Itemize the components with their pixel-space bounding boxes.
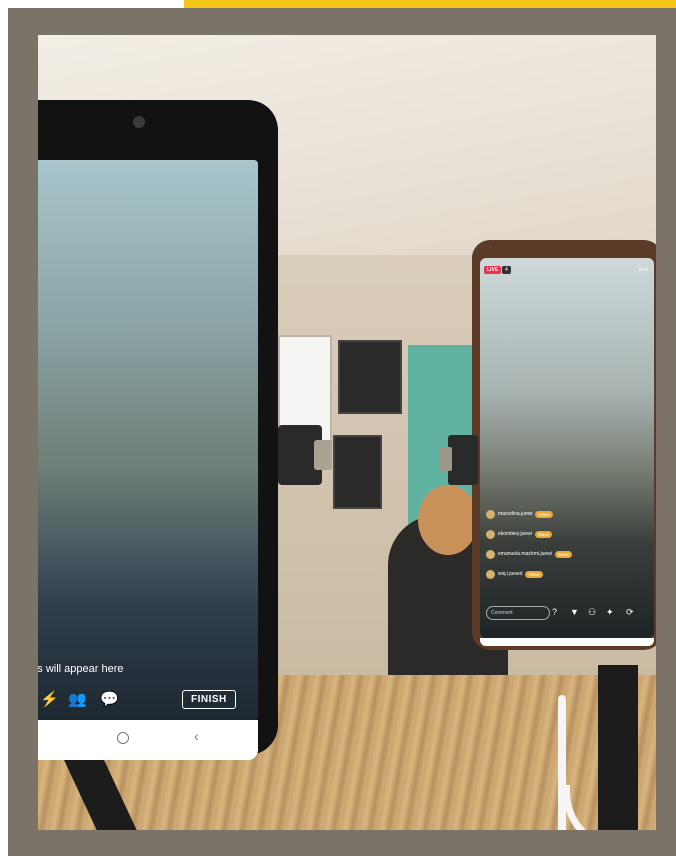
question-icon[interactable]: ? xyxy=(552,607,557,617)
comment-item: wiq.i.juwed Wave xyxy=(486,568,543,580)
wall-board xyxy=(338,340,402,414)
classroom-photo: ents will appear here ⚡ 👥 💬 FINISH ‹ LIV… xyxy=(38,35,656,830)
live-badge: LIVE xyxy=(484,266,502,274)
comment-username: emanuela.mashrni.juewi xyxy=(498,551,552,557)
phone-right-screen: LIVE 4 End marcelina.juewi Wave ekombiey… xyxy=(480,258,654,638)
avatar xyxy=(486,529,495,539)
wave-button[interactable]: Wave xyxy=(525,570,543,578)
avatar xyxy=(486,549,495,559)
tripod-leg xyxy=(598,665,638,830)
guest-icon[interactable]: 👥 xyxy=(68,690,87,708)
avatar xyxy=(486,509,495,519)
front-camera xyxy=(133,116,145,128)
wall-board xyxy=(333,435,382,509)
end-link[interactable]: End xyxy=(639,267,648,273)
comment-item: emanuela.mashrni.juewi Wave xyxy=(486,548,573,560)
filter-icon[interactable]: ▼ xyxy=(570,607,579,617)
wave-button[interactable]: Wave xyxy=(534,530,553,538)
wave-button[interactable]: Wave xyxy=(535,510,553,518)
comments-hint: ents will appear here xyxy=(38,663,124,675)
finish-button[interactable]: FINISH xyxy=(182,690,236,709)
navigation-bar xyxy=(480,638,654,646)
person-head xyxy=(418,485,478,555)
phone-clamp xyxy=(448,435,478,485)
guest-icon[interactable]: ⚇ xyxy=(588,607,596,618)
phone-right: LIVE 4 End marcelina.juewi Wave ekombiey… xyxy=(472,240,656,650)
comment-icon[interactable]: 💬 xyxy=(100,690,119,708)
comment-input[interactable]: Comment xyxy=(486,606,550,620)
navigation-bar: ‹ xyxy=(38,720,258,760)
comment-username: ekombiey.juewi xyxy=(498,531,532,537)
phone-left: ents will appear here ⚡ 👥 💬 FINISH ‹ xyxy=(38,100,278,760)
comment-item: marcelina.juewi Wave xyxy=(486,508,553,520)
clamp-knob xyxy=(440,447,452,471)
comment-username: wiq.i.juwed xyxy=(498,571,523,577)
flash-icon[interactable]: ⚡ xyxy=(40,690,59,708)
effects-icon[interactable]: ✦ xyxy=(606,607,614,618)
home-icon[interactable] xyxy=(117,732,129,744)
phone-left-screen: ents will appear here ⚡ 👥 💬 FINISH xyxy=(38,160,258,720)
comment-username: marcelina.juewi xyxy=(498,511,533,517)
flip-camera-icon[interactable]: ⟳ xyxy=(626,607,634,618)
viewer-count-badge: 4 xyxy=(502,266,511,274)
top-accent-bar xyxy=(184,0,676,8)
comment-item: ekombiey.juewi Wave xyxy=(486,528,553,540)
back-icon[interactable]: ‹ xyxy=(194,728,199,744)
avatar xyxy=(486,569,495,579)
wave-button[interactable]: Wave xyxy=(554,550,573,558)
clamp-knob xyxy=(314,440,332,470)
